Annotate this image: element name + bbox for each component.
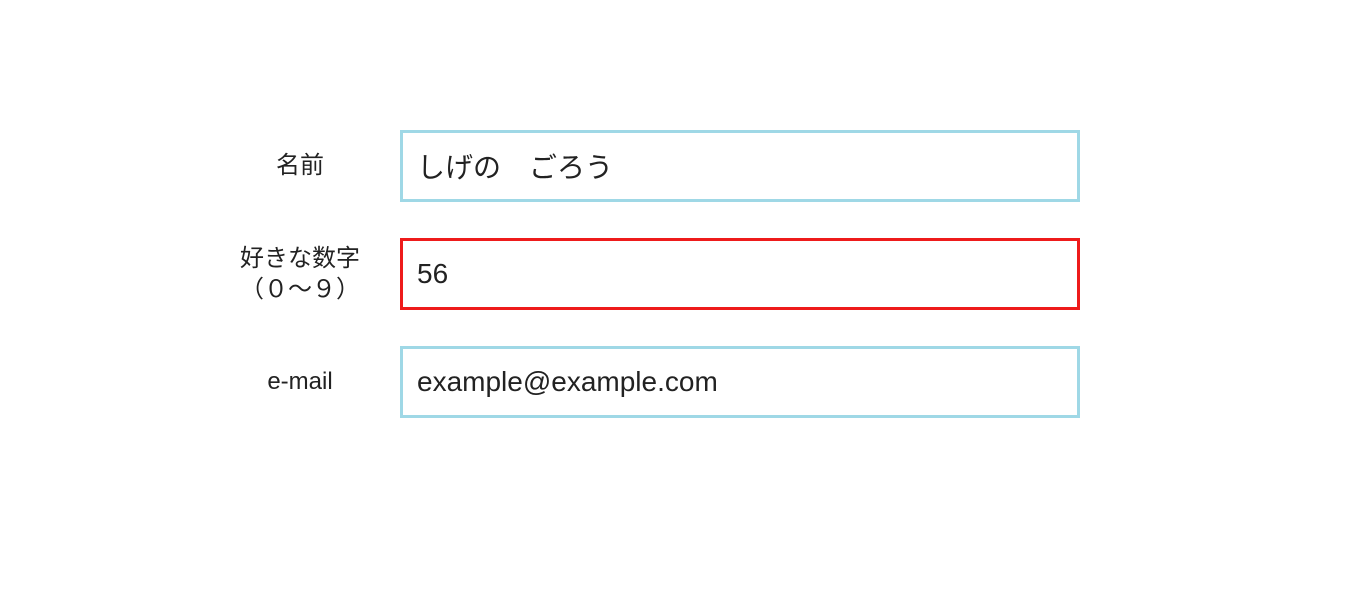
form-row-number: 好きな数字（０～９）	[200, 238, 1100, 310]
form-row-name: 名前	[200, 130, 1100, 202]
name-input[interactable]	[400, 130, 1080, 202]
name-label: 名前	[200, 150, 400, 181]
form-container: 名前 好きな数字（０～９） e-mail	[200, 130, 1100, 418]
form-row-email: e-mail	[200, 346, 1100, 418]
number-input[interactable]	[400, 238, 1080, 310]
number-label: 好きな数字（０～９）	[200, 243, 400, 305]
email-input[interactable]	[400, 346, 1080, 418]
email-label: e-mail	[200, 366, 400, 397]
